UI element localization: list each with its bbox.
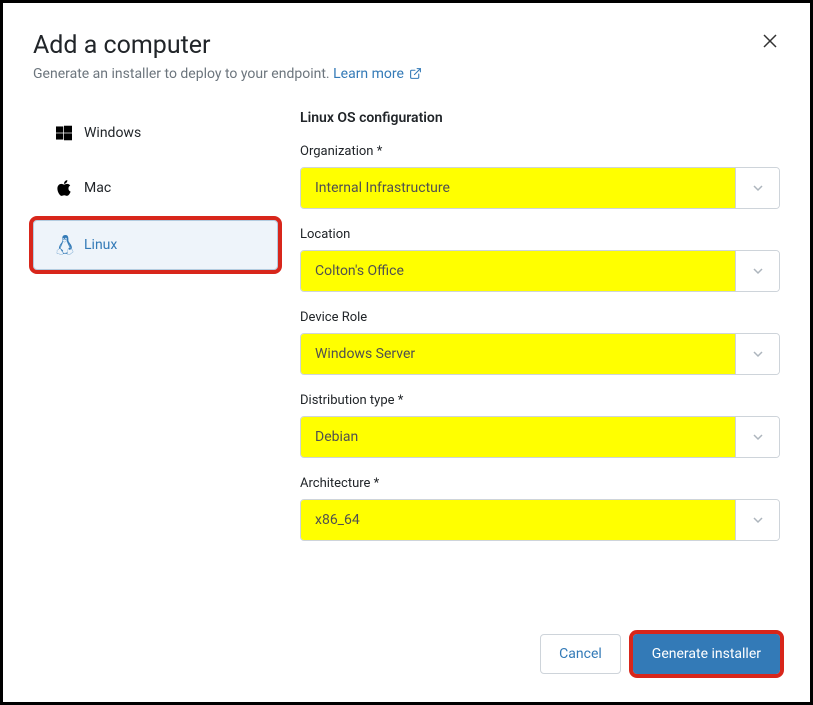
select-value: Internal Infrastructure [301, 168, 735, 208]
dialog-title: Add a computer [33, 31, 780, 60]
chevron-down-icon [735, 417, 779, 457]
field-distribution-type: Distribution type * Debian [300, 393, 780, 458]
external-link-icon [409, 67, 422, 84]
field-label: Distribution type * [300, 393, 780, 408]
field-location: Location Colton's Office [300, 227, 780, 292]
select-value: Windows Server [301, 334, 735, 374]
add-computer-dialog: Add a computer Generate an installer to … [3, 3, 810, 702]
device-role-select[interactable]: Windows Server [300, 333, 780, 375]
chevron-down-icon [735, 168, 779, 208]
learn-more-label: Learn more [333, 66, 404, 82]
os-tab-linux[interactable]: Linux [33, 220, 278, 270]
dialog-content: Windows Mac Linux Linux [33, 110, 780, 559]
select-value: x86_64 [301, 500, 735, 540]
field-label: Organization * [300, 144, 780, 159]
dialog-subtitle-row: Generate an installer to deploy to your … [33, 66, 780, 84]
field-organization: Organization * Internal Infrastructure [300, 144, 780, 209]
field-label: Location [300, 227, 780, 242]
os-tab-windows[interactable]: Windows [33, 110, 278, 156]
config-form: Linux OS configuration Organization * In… [300, 110, 780, 559]
dialog-footer: Cancel Generate installer [540, 634, 780, 674]
chevron-down-icon [735, 334, 779, 374]
chevron-down-icon [735, 251, 779, 291]
apple-icon [56, 179, 84, 197]
organization-select[interactable]: Internal Infrastructure [300, 167, 780, 209]
dialog-subtitle: Generate an installer to deploy to your … [33, 66, 330, 82]
cancel-button[interactable]: Cancel [540, 634, 621, 674]
chevron-down-icon [735, 500, 779, 540]
close-button[interactable] [760, 31, 780, 51]
field-architecture: Architecture * x86_64 [300, 476, 780, 541]
os-tab-label: Mac [84, 180, 111, 196]
os-sidebar: Windows Mac Linux [33, 110, 278, 559]
select-value: Debian [301, 417, 735, 457]
windows-icon [56, 125, 84, 141]
architecture-select[interactable]: x86_64 [300, 499, 780, 541]
location-select[interactable]: Colton's Office [300, 250, 780, 292]
os-tab-mac[interactable]: Mac [33, 164, 278, 212]
distribution-type-select[interactable]: Debian [300, 416, 780, 458]
section-title: Linux OS configuration [300, 110, 780, 126]
select-value: Colton's Office [301, 251, 735, 291]
field-device-role: Device Role Windows Server [300, 310, 780, 375]
learn-more-link[interactable]: Learn more [333, 66, 422, 82]
close-icon [763, 34, 777, 48]
os-tab-label: Linux [84, 237, 117, 253]
generate-installer-button[interactable]: Generate installer [633, 634, 780, 674]
os-tab-label: Windows [84, 125, 141, 141]
field-label: Architecture * [300, 476, 780, 491]
linux-icon [56, 235, 84, 255]
field-label: Device Role [300, 310, 780, 325]
